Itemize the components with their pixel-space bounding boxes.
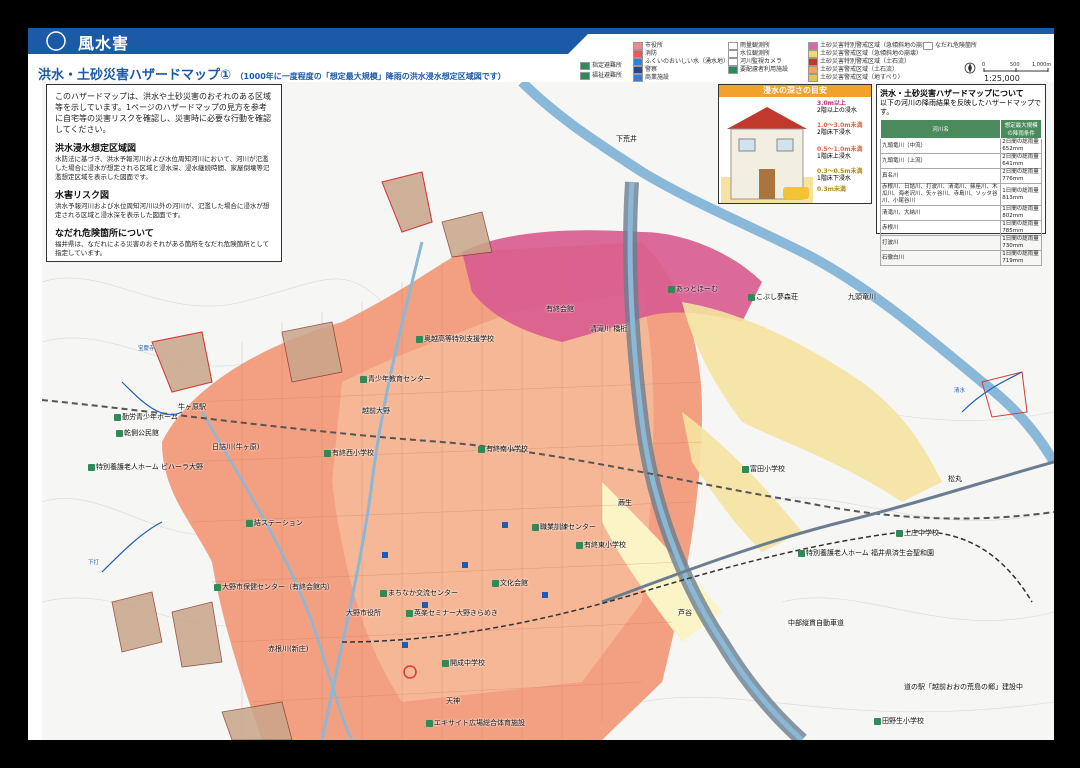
depth-title: 浸水の深さの目安 (719, 85, 871, 97)
intro-heading: なだれ危険箇所について (55, 229, 154, 239)
intro-text: 洪水予報河川および水位周知河川以外の河川が、氾濫した場合に浸水が想定される区域と… (55, 202, 270, 219)
place-label: 田野生小学校 (874, 716, 924, 726)
place-label: 上庄中学校 (896, 528, 939, 538)
place-label: 結ステーション (246, 518, 303, 528)
legend-item: 指定避難所 (580, 60, 622, 70)
table-row: 赤根川 1日間の総雨量 785mm (879, 220, 1042, 236)
intro-box: このハザードマップは、洪水や土砂災害のおそれのある区域等を示しています。1ページ… (46, 84, 282, 262)
place-label: 開成中学校 (442, 658, 485, 668)
place-label: 赤根川(新庄) (268, 645, 309, 653)
place-label: 芦谷 (678, 609, 692, 617)
place-label: 有終東小学校 (576, 540, 626, 550)
place-label: 特別養護老人ホーム ビハーラ大野 (88, 462, 203, 472)
place-label: 九頭竜川 (848, 293, 876, 301)
hazard-map-info: 洪水・土砂災害ハザードマップについて 以下の河川の降雨結果を反映したハザードマッ… (876, 84, 1046, 266)
depth-guide: 浸水の深さの目安 3.0m以上 2階以上の浸水 1.0〜3.0m未満 2階床下浸… (718, 84, 872, 204)
place-label: あっとほーむ (668, 284, 718, 294)
title-main: 洪水・土砂災害ハザードマップ① (38, 68, 232, 83)
place-label: 下荒井 (616, 135, 637, 143)
page: 風水害 洪水・土砂災害ハザードマップ① （1000年に一度程度の「想定最大規模」… (28, 28, 1054, 740)
legend-item: 福祉避難所 (580, 70, 622, 80)
hazard-text: 以下の河川の降雨結果を反映したハザードマップです。 (880, 99, 1041, 116)
place-label: 奥越高等特別支援学校 (416, 334, 494, 344)
table-row: 打波川 1日間の総雨量 730mm (879, 235, 1042, 251)
hazard-heading: 洪水・土砂災害ハザードマップについて (880, 89, 1024, 98)
table-row: 赤根川、日詰川、打波川、清滝川、篠座川、木瓜川、海老沢川、矢ヶ谷川、寺島川、ソッ… (879, 183, 1042, 206)
place-label: 道の駅「越前おおの荒島の郷」建設中 (904, 683, 1023, 691)
legend-item: 商業施設 (633, 72, 669, 82)
house-illustration (721, 107, 813, 203)
intro-heading: 洪水浸水想定区域図 (55, 144, 137, 154)
place-label: こぶし夢森荘 (748, 292, 798, 302)
avalanche-label: 清水 (954, 388, 966, 394)
place-label: 有終会館 (546, 305, 574, 313)
place-label: 富田小学校 (742, 464, 785, 474)
legend-item: 要配慮者利用施設 (728, 64, 788, 74)
place-label: 清滝川 橋桁 (590, 325, 628, 333)
page-title: 洪水・土砂災害ハザードマップ① （1000年に一度程度の「想定最大規模」降雨の洪… (38, 64, 506, 83)
banner-title: 風水害 (78, 34, 130, 53)
place-label: エキサイト広場総合体育施設 (426, 718, 525, 728)
place-label: 天神 (446, 697, 460, 705)
place-label: 青少年教育センター (360, 374, 431, 384)
table-row: 九頭竜川（中流） 2日間の総雨量 652mm (879, 138, 1042, 154)
depth-level: 1.0〜3.0m未満 2階床下浸水 (817, 122, 863, 136)
place-label: 牛ヶ原駅 (178, 403, 206, 411)
avalanche-label: 宝慶寺 (138, 346, 155, 352)
place-label: 越前大野 (362, 407, 390, 415)
place-label: 松丸 (948, 475, 962, 483)
depth-level: 0.3〜0.5m未満 1階床下浸水 (817, 168, 863, 182)
place-label: 乾側公民館 (116, 428, 159, 438)
place-label: 英楽セミナー大野きらめき (406, 608, 498, 618)
intro-text: 福井県は、なだれによる災害のおそれがある箇所をなだれ危険箇所として指定しています… (55, 240, 270, 257)
place-label: 職業訓練センター (532, 522, 596, 532)
place-label: まちなか交流センター (380, 588, 458, 598)
intro-heading: 水害リスク図 (55, 191, 110, 201)
place-label: 有終南小学校 (478, 444, 528, 454)
depth-level: 3.0m以上 2階以上の浸水 (817, 100, 857, 114)
place-label: 大野市役所 (346, 609, 381, 617)
place-label: 中部縦貫自動車道 (788, 619, 844, 627)
place-label: 有終西小学校 (324, 448, 374, 458)
intro-text: 水防法に基づき、洪水予報河川および水位周知河川において、河川が氾濫した場合に浸水… (55, 155, 270, 181)
table-row: 石徹白川 1日間の総雨量 719mm (879, 250, 1042, 266)
place-label: 特別養護老人ホーム 福井県済生会聖和園 (798, 548, 934, 558)
table-row: 九頭竜川（上流） 2日間の総雨量 641mm (879, 153, 1042, 169)
depth-level: 0.5〜1.0m未満 1階床上浸水 (817, 146, 863, 160)
intro-lead: このハザードマップは、洪水や土砂災害のおそれのある区域等を示しています。1ページ… (55, 92, 271, 134)
place-label: 日詰川(牛ヶ原) (212, 443, 260, 451)
place-label: 蕨生 (618, 499, 632, 507)
place-label: 大野市保健センター（有終会館内） (214, 582, 334, 592)
place-label: 文化会館 (492, 578, 528, 588)
rainfall-table: 河川名 想定最大規模の降雨条件 九頭竜川（中流） 2日間の総雨量 652mm 九頭竜… (879, 119, 1042, 266)
place-label: 勤労青少年ホーム (114, 412, 178, 422)
legend-item: 土砂災害警戒区域（地すべり） (808, 72, 904, 82)
title-sub: （1000年に一度程度の「想定最大規模」降雨の洪水浸水想定区域図です） (235, 72, 506, 81)
depth-level: 0.3m未満 (817, 186, 846, 193)
table-row: 真名川 2日間の総雨量 776mm (879, 168, 1042, 184)
table-row: 清滝川、大納川 1日間の総雨量 802mm (879, 205, 1042, 221)
legend-item: なだれ危険箇所 (923, 40, 977, 50)
avalanche-label: 下打 (88, 560, 100, 566)
